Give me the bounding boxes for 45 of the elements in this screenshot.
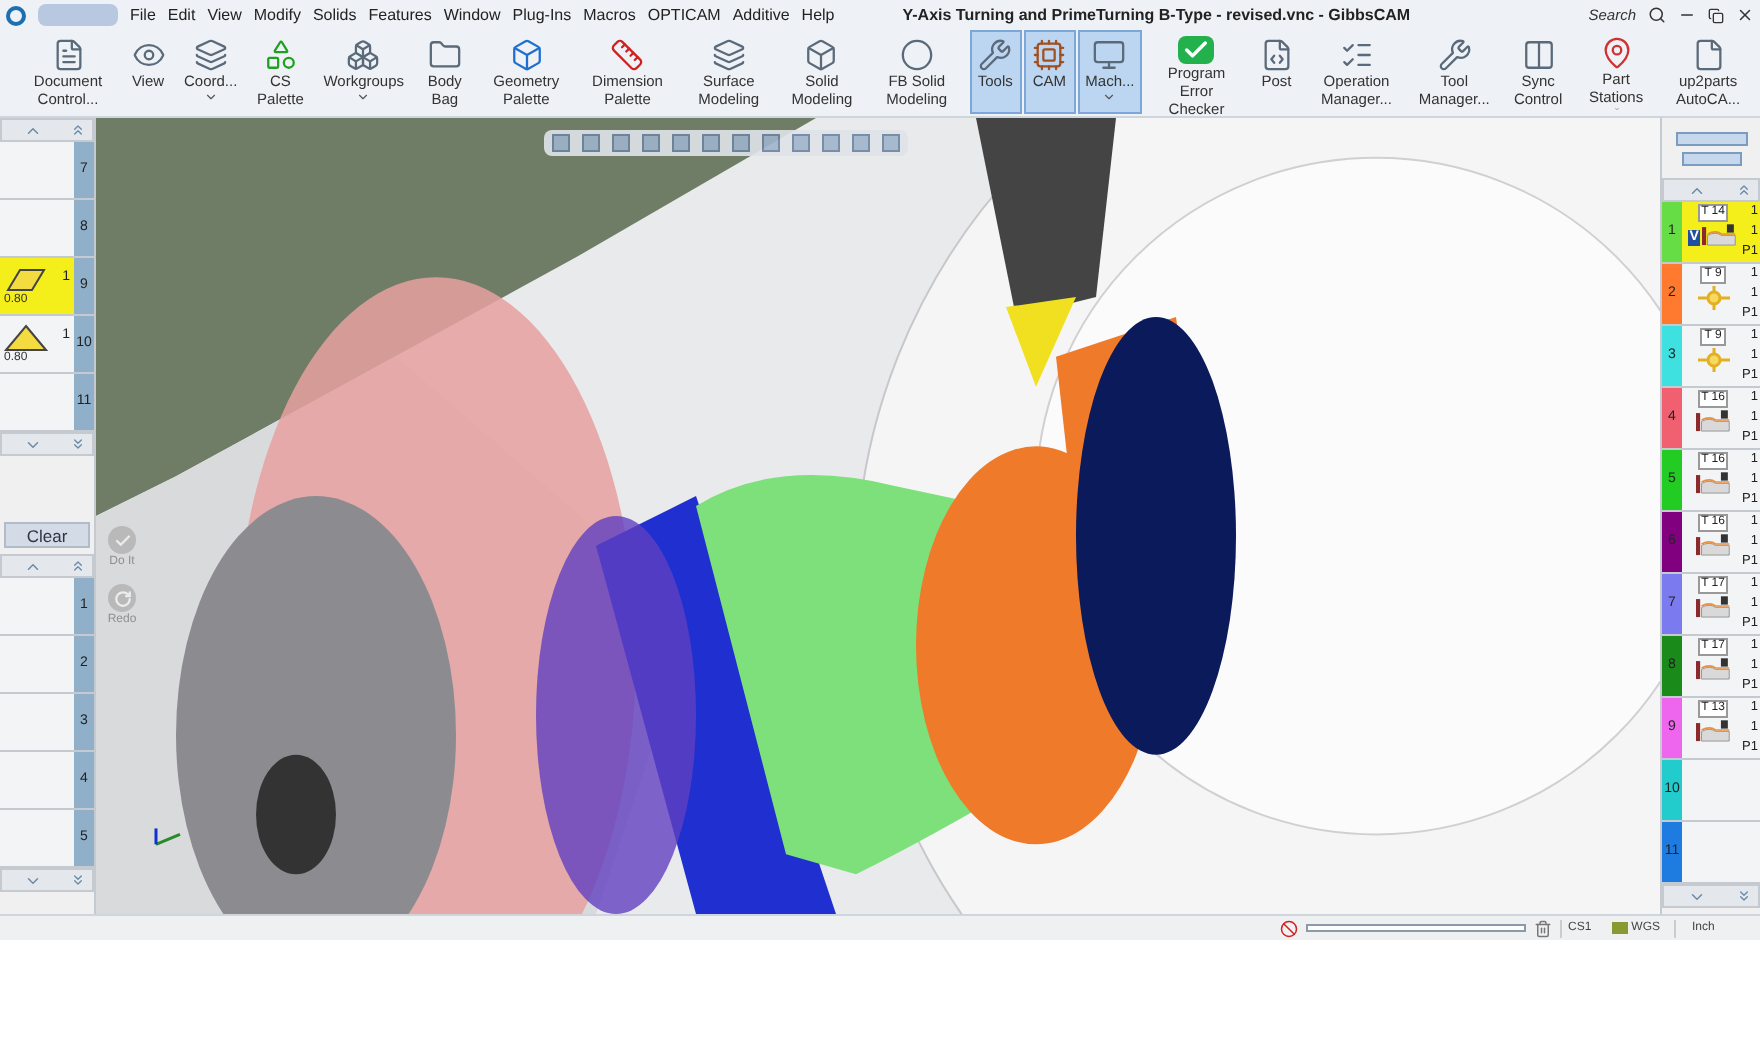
menu-item[interactable]: Edit [167, 3, 196, 27]
quick-access-toolbar[interactable] [38, 4, 118, 26]
menu-item[interactable]: Window [443, 3, 501, 27]
double-down-arrow-icon [70, 436, 86, 452]
check-icon [1178, 36, 1215, 64]
restore-icon[interactable] [1708, 7, 1724, 23]
menu-item[interactable]: OPTICAM [647, 3, 721, 27]
turning-toolpath-icon [1695, 408, 1732, 432]
sphere-icon [898, 36, 935, 72]
menu-item[interactable]: Macros [583, 3, 636, 27]
double-down-arrow-icon [1736, 888, 1752, 904]
redo-icon [108, 584, 136, 612]
turning-toolpath-icon [1695, 594, 1732, 618]
trash-icon[interactable] [1534, 919, 1552, 937]
diamond-insert-icon [4, 265, 48, 293]
clear-button[interactable]: Clear [4, 522, 90, 548]
menu-item[interactable]: Help [801, 3, 835, 27]
crosshair-tool-icon [1693, 346, 1734, 374]
turning-toolpath-icon [1702, 222, 1739, 246]
double-up-arrow-icon [70, 558, 86, 574]
menu-item[interactable]: View [207, 3, 242, 27]
window-title: Y-Axis Turning and PrimeTurning B-Type - revised.vnc - GibbsCAM [902, 3, 1411, 27]
menu-item[interactable]: Features [368, 3, 432, 27]
turning-toolpath-icon [1695, 532, 1732, 556]
turning-toolpath-icon [1695, 470, 1732, 494]
double-down-arrow-icon [70, 872, 86, 888]
menu-item[interactable]: Solids [312, 3, 357, 27]
triangle-insert-icon [4, 323, 48, 351]
double-up-arrow-icon [1736, 182, 1752, 198]
double-up-arrow-icon [70, 122, 86, 138]
crosshair-tool-icon [1693, 284, 1734, 312]
menu-item[interactable]: Additive [732, 3, 790, 27]
close-icon[interactable] [1736, 6, 1754, 24]
menu-item[interactable]: Modify [253, 3, 301, 27]
tools-icon [977, 36, 1014, 72]
surface-icon [710, 36, 747, 72]
stop-icon[interactable] [1280, 919, 1298, 937]
turning-toolpath-icon [1695, 656, 1732, 680]
menu-item[interactable]: Plug-Ins [512, 3, 572, 27]
app-logo-icon [6, 5, 26, 25]
turning-toolpath-icon [1695, 718, 1732, 742]
solid-icon [803, 36, 840, 72]
menu-item[interactable]: File [130, 3, 156, 27]
search-icon[interactable] [1648, 6, 1666, 24]
checkmark-icon [108, 526, 136, 554]
